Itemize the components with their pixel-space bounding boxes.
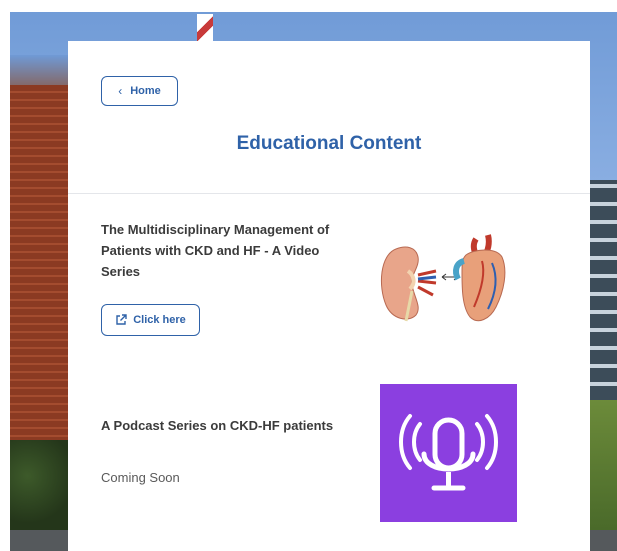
podcast-status: Coming Soon <box>101 470 180 485</box>
content-card: ‹ Home Educational Content The Multidisc… <box>68 41 590 551</box>
video-series-title: The Multidisciplinary Management of Pati… <box>101 222 330 279</box>
background-building-right <box>590 180 617 400</box>
background-greenery <box>590 400 617 530</box>
page-title: Educational Content <box>236 133 422 154</box>
kidney-heart-illustration <box>378 231 518 331</box>
home-button[interactable]: ‹ Home <box>101 76 178 106</box>
background-flag <box>197 14 213 44</box>
podcast-series-title: A Podcast Series on CKD-HF patients <box>101 418 334 433</box>
background-brick-building <box>10 85 68 475</box>
background-frame-left <box>0 0 10 551</box>
external-link-icon <box>115 314 127 326</box>
background-trees <box>10 440 68 530</box>
podcast-artwork <box>380 384 517 522</box>
microphone-icon <box>399 414 498 491</box>
home-button-label: Home <box>130 85 161 97</box>
section-divider <box>68 193 590 194</box>
chevron-left-icon: ‹ <box>118 84 123 98</box>
click-here-label: Click here <box>133 314 186 326</box>
background-frame-top <box>0 0 617 12</box>
click-here-button[interactable]: Click here <box>101 304 200 336</box>
